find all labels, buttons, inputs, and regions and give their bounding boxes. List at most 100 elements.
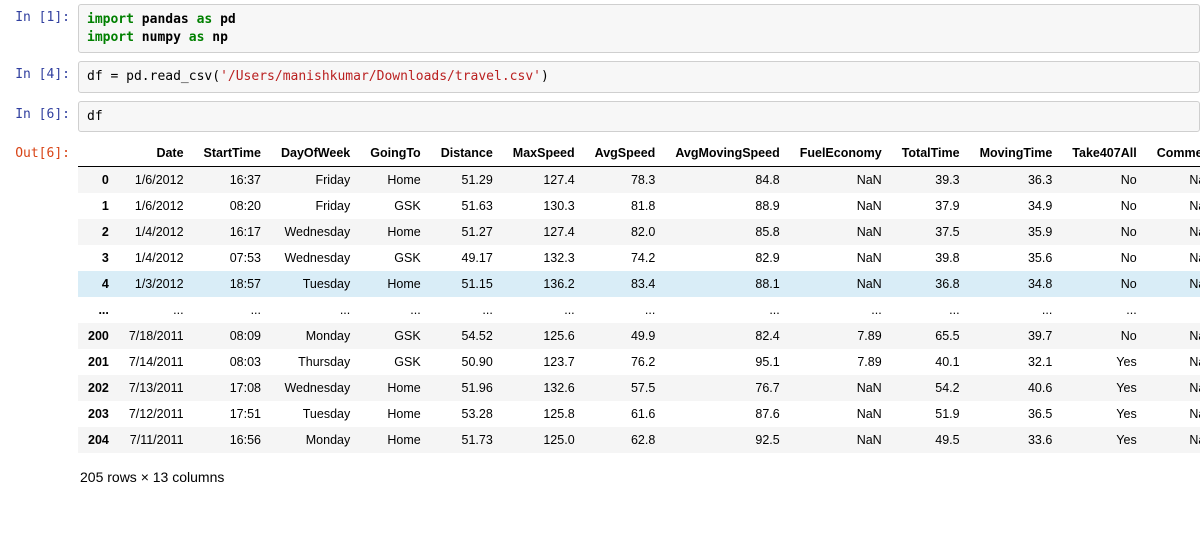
cell-value: 132.6	[503, 375, 585, 401]
cell-value: 39.7	[970, 323, 1063, 349]
table-row: 21/4/201216:17WednesdayHome51.27127.482.…	[78, 219, 1200, 245]
row-index: ...	[78, 297, 119, 323]
table-row: 2047/11/201116:56MondayHome51.73125.062.…	[78, 427, 1200, 453]
cell-value: 136.2	[503, 271, 585, 297]
cell-value: 127.4	[503, 219, 585, 245]
cell-value: 39.8	[892, 245, 970, 271]
cell-value: No	[1062, 193, 1146, 219]
cell-value: Yes	[1062, 427, 1146, 453]
cell-value: NaN	[790, 427, 892, 453]
table-row: 2007/18/201108:09MondayGSK54.52125.649.9…	[78, 323, 1200, 349]
cell-value: ...	[790, 297, 892, 323]
dataframe-body: 01/6/201216:37FridayHome51.29127.478.384…	[78, 167, 1200, 454]
cell-value: ...	[271, 297, 360, 323]
cell-value: 1/4/2012	[119, 219, 194, 245]
row-index: 1	[78, 193, 119, 219]
column-header: Take407All	[1062, 140, 1146, 167]
cell-value: 40.1	[892, 349, 970, 375]
cell-value: 123.7	[503, 349, 585, 375]
code-input[interactable]: import pandas as pdimport numpy as np	[78, 4, 1200, 53]
cell-value: Thursday	[271, 349, 360, 375]
row-index: 202	[78, 375, 119, 401]
cell-value: Yes	[1062, 349, 1146, 375]
cell-value: 85.8	[665, 219, 789, 245]
cell-value: 7/14/2011	[119, 349, 194, 375]
cell-value: 53.28	[431, 401, 503, 427]
cell-value: 08:20	[194, 193, 271, 219]
column-header: AvgSpeed	[585, 140, 666, 167]
cell-value: 33.6	[970, 427, 1063, 453]
cell-value: NaN	[1147, 193, 1200, 219]
cell-value: 35.9	[970, 219, 1063, 245]
table-row: 31/4/201207:53WednesdayGSK49.17132.374.2…	[78, 245, 1200, 271]
table-row: 2027/13/201117:08WednesdayHome51.96132.6…	[78, 375, 1200, 401]
cell-value: Yes	[1062, 401, 1146, 427]
cell-value: NaN	[1147, 323, 1200, 349]
cell-value: NaN	[1147, 219, 1200, 245]
cell-value: 17:51	[194, 401, 271, 427]
cell-value: 76.7	[665, 375, 789, 401]
row-index: 200	[78, 323, 119, 349]
cell-value: ...	[585, 297, 666, 323]
cell-value: 37.5	[892, 219, 970, 245]
cell-value: Home	[360, 401, 430, 427]
cell-value: ...	[892, 297, 970, 323]
cell-value: ...	[503, 297, 585, 323]
cell-value: Yes	[1062, 375, 1146, 401]
cell-value: 82.0	[585, 219, 666, 245]
column-header: DayOfWeek	[271, 140, 360, 167]
cell-value: 132.3	[503, 245, 585, 271]
cell-value: Wednesday	[271, 245, 360, 271]
cell-value: 37.9	[892, 193, 970, 219]
column-header: Comment	[1147, 140, 1200, 167]
code-input[interactable]: df = pd.read_csv('/Users/manishkumar/Dow…	[78, 61, 1200, 93]
cell-value: 1/3/2012	[119, 271, 194, 297]
cell-value: NaN	[1147, 427, 1200, 453]
cell-value: 82.9	[665, 245, 789, 271]
cell-value: 34.9	[970, 193, 1063, 219]
column-header: FuelEconomy	[790, 140, 892, 167]
cell-value: 51.29	[431, 167, 503, 194]
cell-value: ...	[119, 297, 194, 323]
cell-value: 1/6/2012	[119, 193, 194, 219]
cell-value: 76.2	[585, 349, 666, 375]
cell-value: Home	[360, 427, 430, 453]
row-index: 4	[78, 271, 119, 297]
cell-value: ...	[360, 297, 430, 323]
cell-value: GSK	[360, 349, 430, 375]
cell-value: Friday	[271, 193, 360, 219]
cell-value: 130.3	[503, 193, 585, 219]
cell-value: No	[1062, 219, 1146, 245]
cell-value: Home	[360, 271, 430, 297]
cell-value: 84.8	[665, 167, 789, 194]
cell-value: 127.4	[503, 167, 585, 194]
notebook-cell: In [1]: import pandas as pdimport numpy …	[0, 4, 1200, 53]
cell-value: No	[1062, 323, 1146, 349]
row-index: 201	[78, 349, 119, 375]
column-header: MovingTime	[970, 140, 1063, 167]
cell-value: GSK	[360, 193, 430, 219]
cell-value: 40.6	[970, 375, 1063, 401]
input-prompt: In [4]:	[0, 61, 78, 93]
row-index: 3	[78, 245, 119, 271]
cell-value: 7/11/2011	[119, 427, 194, 453]
cell-value: 35.6	[970, 245, 1063, 271]
cell-value: NaN	[790, 245, 892, 271]
table-row: 2037/12/201117:51TuesdayHome53.28125.861…	[78, 401, 1200, 427]
row-index: 204	[78, 427, 119, 453]
cell-value: 16:56	[194, 427, 271, 453]
cell-value: NaN	[1147, 245, 1200, 271]
cell-value: Home	[360, 167, 430, 194]
cell-value: NaN	[790, 375, 892, 401]
input-prompt: In [1]:	[0, 4, 78, 53]
cell-value: No	[1062, 271, 1146, 297]
cell-value: 78.3	[585, 167, 666, 194]
cell-value: ...	[665, 297, 789, 323]
input-prompt: In [6]:	[0, 101, 78, 133]
cell-value: Home	[360, 375, 430, 401]
cell-value: 36.8	[892, 271, 970, 297]
cell-value: 49.9	[585, 323, 666, 349]
code-input[interactable]: df	[78, 101, 1200, 133]
cell-value: NaN	[1147, 167, 1200, 194]
row-index: 0	[78, 167, 119, 194]
